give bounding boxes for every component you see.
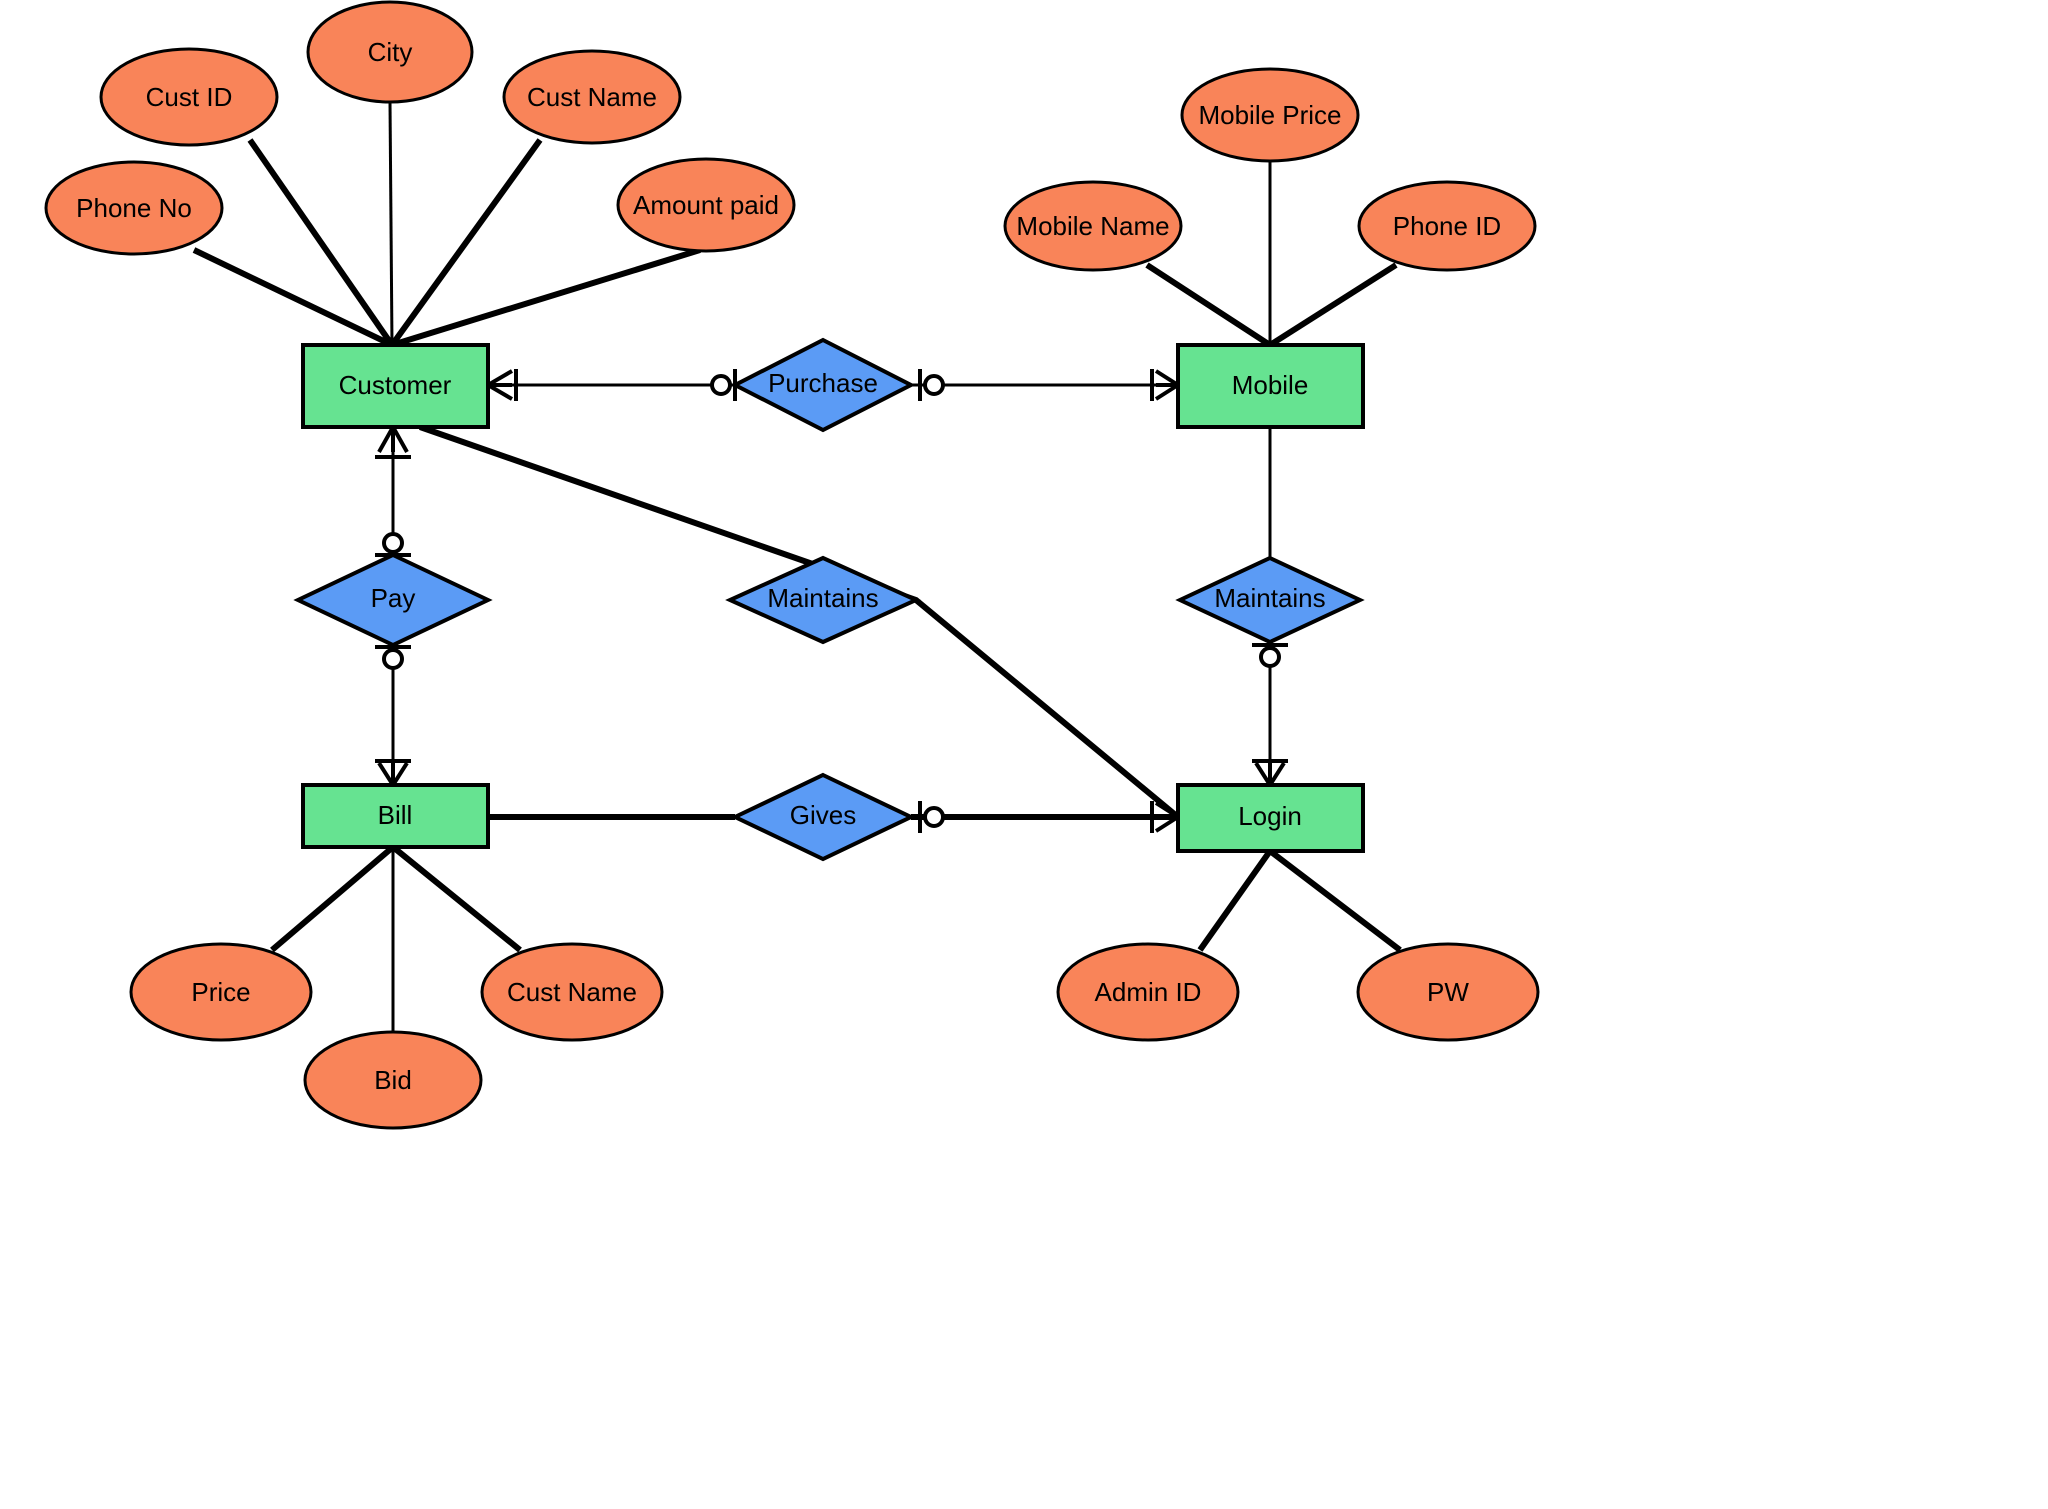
marker-maintains2-bottom-zero-one: [1252, 643, 1288, 668]
relationship-maintains-customer-login[interactable]: Maintains: [725, 555, 921, 645]
entity-bill[interactable]: Bill: [301, 783, 490, 849]
marker-pay-top-zero-one: [375, 532, 411, 557]
attribute-cust-id[interactable]: Cust ID: [99, 47, 279, 147]
attribute-mobile-name[interactable]: Mobile Name: [1003, 180, 1183, 272]
marker-login-maintains2-one-many: [1252, 759, 1288, 787]
edge-amount-paid-customer: [391, 247, 701, 348]
marker-pay-bottom-zero-one: [375, 645, 411, 670]
edge-pw-login: [1268, 848, 1402, 953]
attribute-bill-cust-name[interactable]: Cust Name: [480, 942, 664, 1042]
edge-city-customer: [388, 101, 394, 346]
edge-bill-cust-name-bill: [391, 844, 522, 953]
edge-admin-id-login: [1197, 849, 1273, 952]
attribute-mobile-price[interactable]: Mobile Price: [1180, 67, 1360, 163]
relationship-purchase[interactable]: Purchase: [730, 337, 916, 433]
relationship-gives[interactable]: Gives: [730, 772, 916, 862]
attribute-amount-paid[interactable]: Amount paid: [616, 157, 796, 253]
marker-bill-pay-one-many: [375, 759, 411, 787]
edge-mobile-name-mobile: [1145, 262, 1272, 348]
marker-purchase-right-zero-one: [918, 369, 945, 401]
marker-customer-purchase-many: [486, 369, 518, 401]
relationship-pay[interactable]: Pay: [293, 552, 493, 648]
attribute-pw[interactable]: PW: [1356, 942, 1540, 1042]
entity-login[interactable]: Login: [1176, 783, 1365, 853]
attribute-phone-id[interactable]: Phone ID: [1357, 180, 1537, 272]
er-diagram-svg: Cust ID City Cust Name Phone No Amount p…: [44, 0, 1540, 1130]
attribute-cust-name[interactable]: Cust Name: [502, 49, 682, 145]
relationship-maintains-mobile-login[interactable]: Maintains: [1175, 555, 1365, 645]
edge-phone-id-mobile: [1268, 262, 1398, 348]
attribute-phone-no[interactable]: Phone No: [44, 160, 224, 256]
attribute-bid[interactable]: Bid: [303, 1030, 483, 1130]
attribute-price[interactable]: Price: [129, 942, 313, 1042]
entity-customer[interactable]: Customer: [301, 343, 490, 429]
edge-cust-name-customer: [389, 138, 543, 347]
er-diagram-canvas: Cust ID City Cust Name Phone No Amount p…: [0, 0, 2048, 1509]
edge-price-bill: [270, 844, 395, 953]
attribute-city[interactable]: City: [306, 0, 474, 104]
entity-mobile[interactable]: Mobile: [1176, 343, 1365, 429]
marker-gives-right-zero-one: [918, 801, 945, 833]
attribute-admin-id[interactable]: Admin ID: [1056, 942, 1240, 1042]
